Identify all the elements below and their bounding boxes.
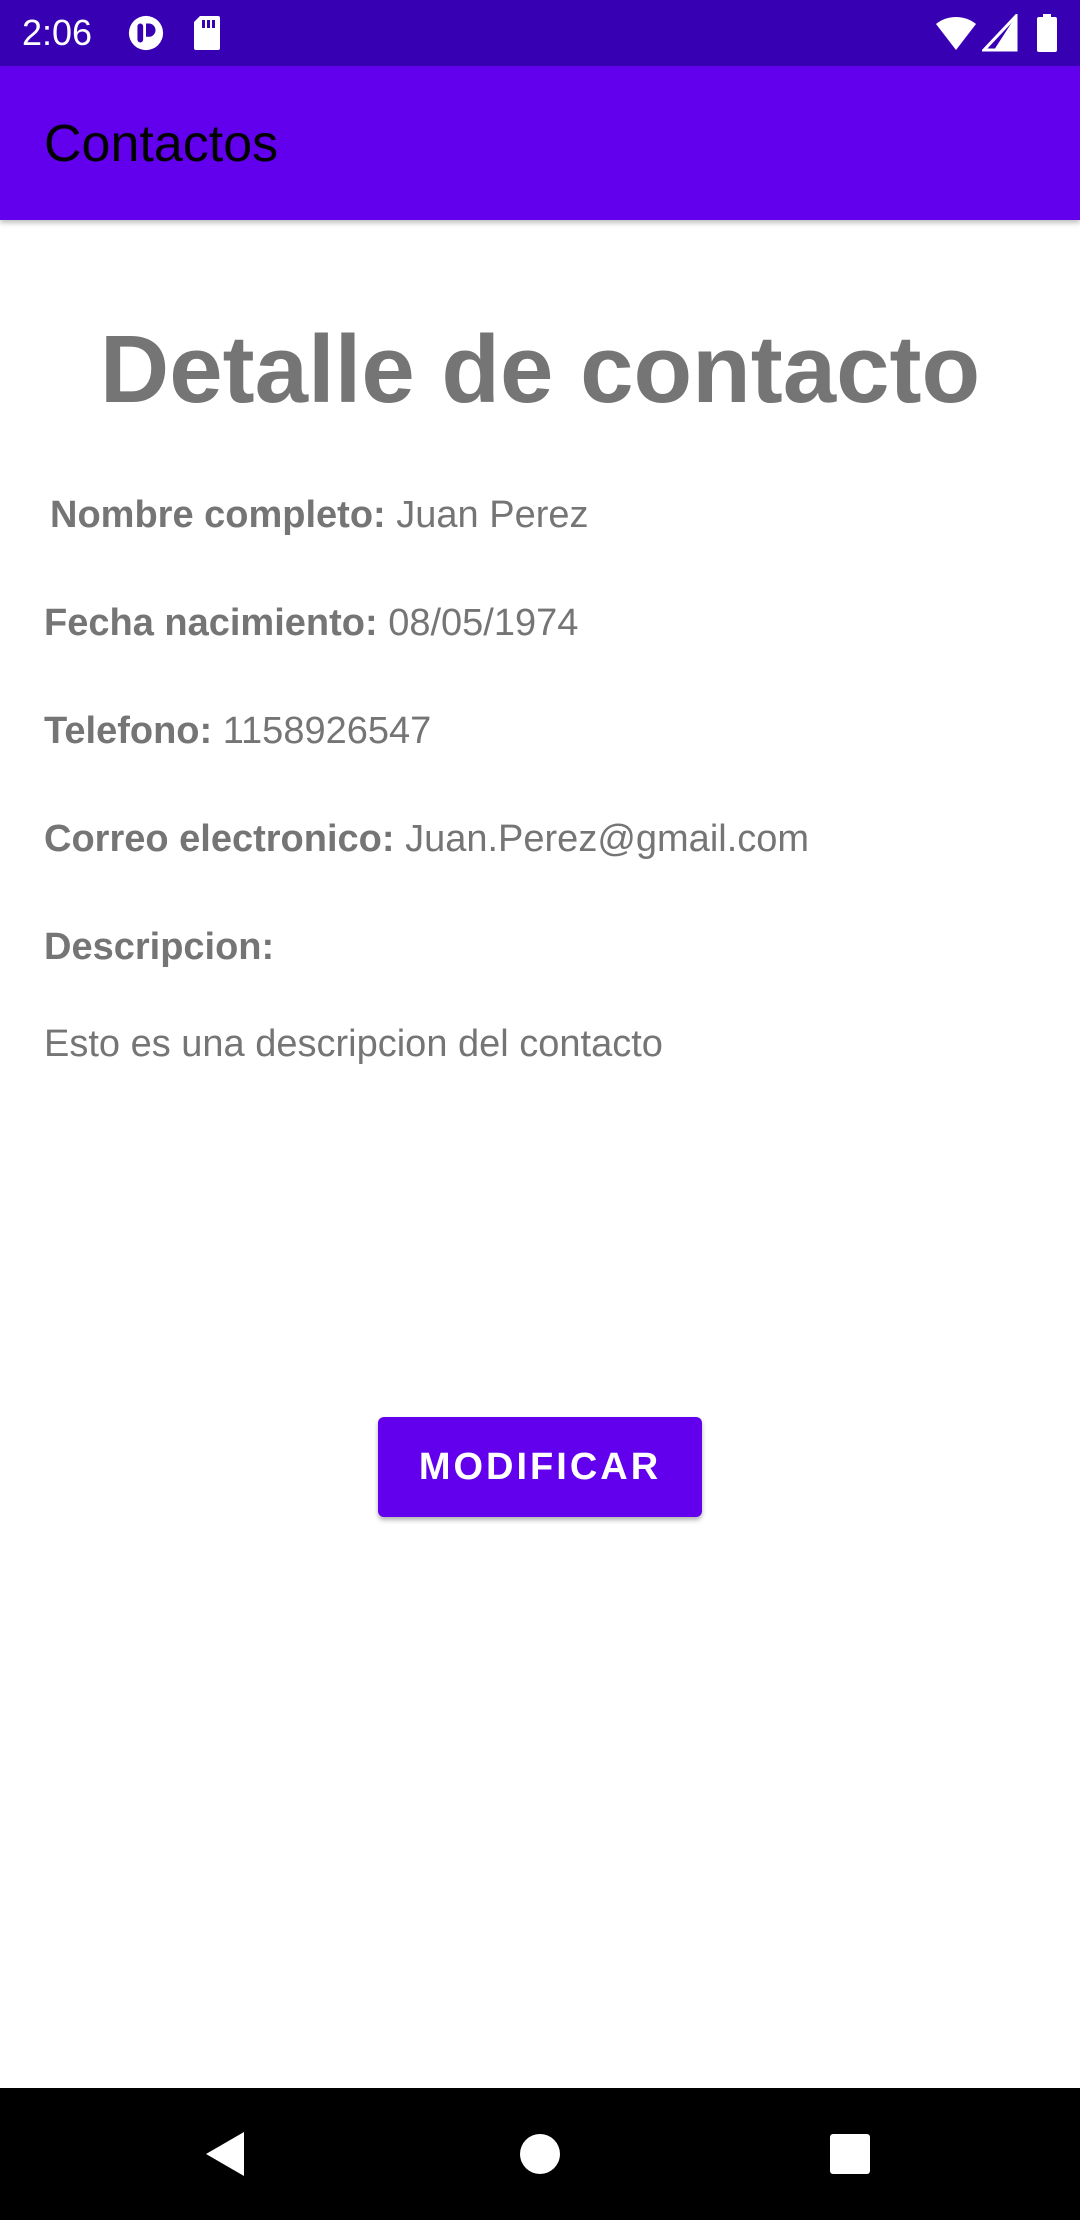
status-bar: 2:06 (0, 0, 1080, 66)
phone-value: 1158926547 (222, 710, 432, 752)
back-icon[interactable] (196, 2124, 256, 2184)
full-name-value: Juan Perez (396, 494, 589, 536)
modify-button[interactable]: MODIFICAR (378, 1417, 702, 1517)
sd-card-icon (194, 16, 220, 50)
birth-date-row: Fecha nacimiento: 08/05/1974 (44, 600, 578, 646)
screen: 2:06 Contactos Detalle de contacto Nombr… (0, 0, 1080, 2220)
page-title: Detalle de contacto (99, 316, 981, 423)
email-value: Juan.Perez@gmail.com (405, 818, 810, 860)
birth-date-label: Fecha nacimiento: (44, 602, 378, 644)
description-value: Esto es una descripcion del contacto (44, 1023, 663, 1065)
full-name-row: Nombre completo: Juan Perez (50, 492, 589, 538)
status-time: 2:06 (22, 12, 93, 53)
email-label: Correo electronico: (44, 818, 395, 860)
recents-icon[interactable] (820, 2124, 880, 2184)
navigation-bar (0, 2088, 1080, 2220)
full-name-label: Nombre completo: (50, 494, 386, 536)
birth-date-value: 08/05/1974 (388, 602, 579, 644)
phone-row: Telefono: 1158926547 (44, 708, 431, 754)
wifi-icon (936, 16, 976, 50)
email-row: Correo electronico: Juan.Perez@gmail.com (44, 816, 809, 862)
app-title: Contactos (44, 115, 279, 173)
home-icon[interactable] (510, 2124, 570, 2184)
battery-icon (1037, 14, 1057, 52)
app-notification-icon (128, 15, 164, 51)
description-label: Descripcion: (44, 926, 275, 968)
app-bar: Contactos (0, 66, 1080, 220)
phone-label: Telefono: (44, 710, 213, 752)
description-row: Descripcion: (44, 924, 274, 970)
cellular-signal-icon (982, 14, 1018, 52)
